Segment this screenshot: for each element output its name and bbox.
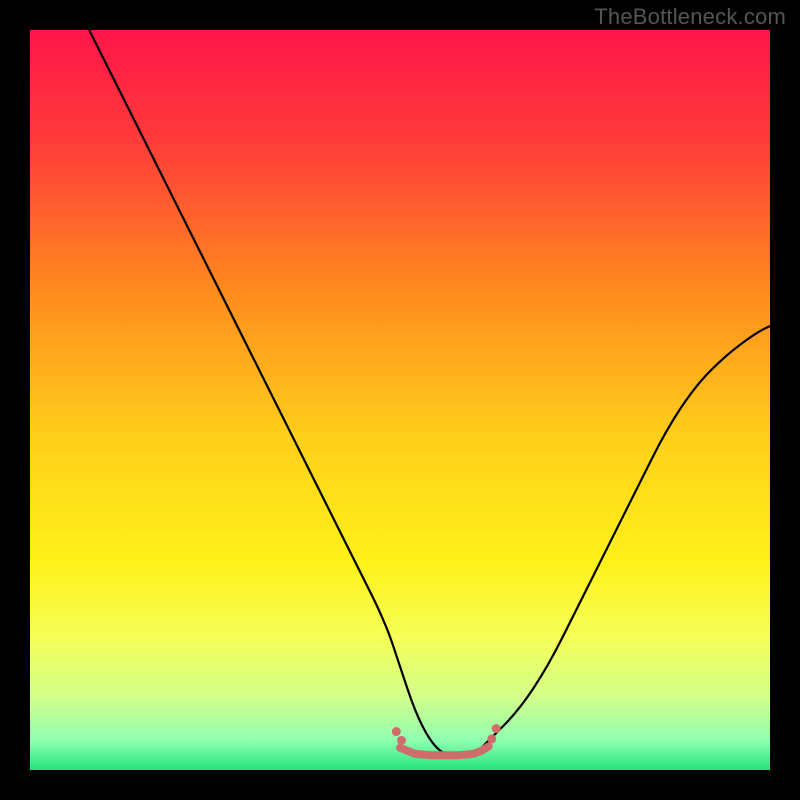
- plot-area: [30, 30, 770, 770]
- chart-frame: TheBottleneck.com: [0, 0, 800, 800]
- gradient-background: [30, 30, 770, 770]
- watermark-text: TheBottleneck.com: [594, 4, 786, 30]
- bottleneck-chart: [30, 30, 770, 770]
